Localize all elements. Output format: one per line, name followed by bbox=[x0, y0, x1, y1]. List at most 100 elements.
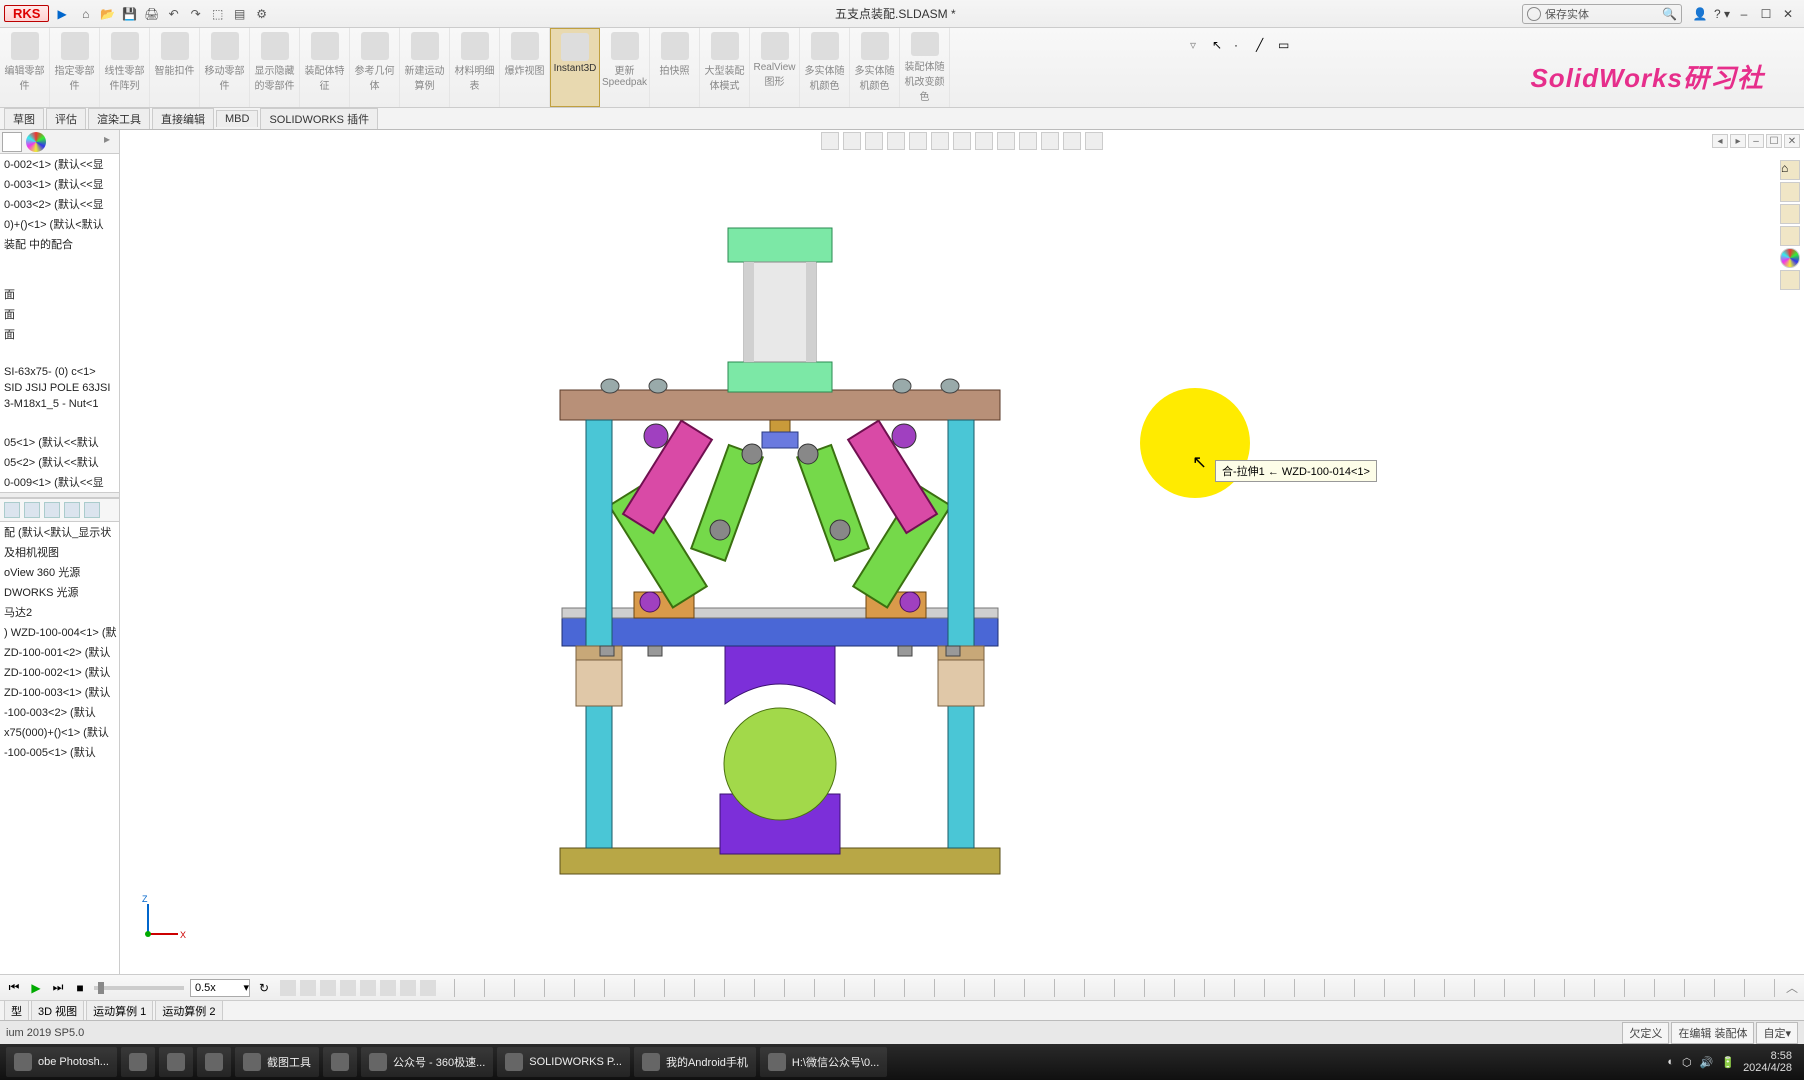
tray-icon[interactable]: 🔊 bbox=[1700, 1056, 1714, 1069]
motion-tab[interactable]: 运动算例 1 bbox=[86, 1000, 153, 1022]
cursor-icon[interactable]: ↖ bbox=[1212, 38, 1228, 54]
edge-icon[interactable]: ╱ bbox=[1256, 38, 1272, 54]
tree-item[interactable]: x75(000)+()<1> (默认 bbox=[0, 722, 119, 742]
gear-icon[interactable]: ⚙ bbox=[253, 5, 271, 23]
tree-item[interactable]: oView 360 光源 bbox=[0, 562, 119, 582]
tree-item[interactable]: ZD-100-001<2> (默认 bbox=[0, 642, 119, 662]
feature-tree-icon[interactable] bbox=[2, 132, 22, 152]
doc-prev-icon[interactable]: ◂ bbox=[1712, 134, 1728, 148]
tree-item[interactable]: SID JSIJ POLE 63JSI bbox=[0, 380, 119, 396]
minimize-button[interactable]: – bbox=[1734, 6, 1754, 22]
feature-tree-faces[interactable]: 面面面 bbox=[0, 284, 119, 344]
motion-tree[interactable]: 配 (默认<默认_显示状及相机视图oView 360 光源DWORKS 光源马达… bbox=[0, 522, 119, 762]
icon4[interactable] bbox=[64, 502, 80, 518]
home-task-icon[interactable]: ⌂ bbox=[1780, 160, 1800, 180]
doc-icon[interactable]: ▤ bbox=[231, 5, 249, 23]
tree-item[interactable]: 面 bbox=[0, 284, 119, 304]
design-lib-icon[interactable] bbox=[1780, 204, 1800, 224]
redo-icon[interactable]: ↷ bbox=[187, 5, 205, 23]
tree-item[interactable]: ZD-100-003<1> (默认 bbox=[0, 682, 119, 702]
ribbon-button[interactable]: 装配体随机改变颜色 bbox=[900, 28, 950, 107]
home-icon[interactable]: ⌂ bbox=[77, 5, 95, 23]
system-tray[interactable]: ◐ ⬡ 🔊 🔋 8:58 2024/4/28 bbox=[1667, 1050, 1800, 1074]
taskbar-item[interactable]: obe Photosh... bbox=[6, 1047, 117, 1077]
command-tab[interactable]: 直接编辑 bbox=[152, 108, 214, 129]
taskbar-item[interactable]: H:\微信公众号\0... bbox=[760, 1047, 887, 1077]
file-explorer-icon[interactable] bbox=[1780, 226, 1800, 246]
spring-icon[interactable] bbox=[300, 980, 316, 996]
tree-item[interactable]: 马达2 bbox=[0, 602, 119, 622]
taskbar-clock[interactable]: 8:58 2024/4/28 bbox=[1743, 1050, 1792, 1074]
face-icon[interactable]: ▭ bbox=[1278, 38, 1294, 54]
appearances-icon[interactable] bbox=[26, 132, 46, 152]
close-button[interactable]: ✕ bbox=[1778, 6, 1798, 22]
tree-item[interactable]: 0-002<1> (默认<<显 bbox=[0, 154, 119, 174]
play-icon[interactable]: ▶ bbox=[57, 7, 66, 21]
ribbon-button[interactable]: 多实体随机颜色 bbox=[850, 28, 900, 107]
damper-icon[interactable] bbox=[320, 980, 336, 996]
view-settings-icon[interactable] bbox=[1063, 132, 1081, 150]
taskbar-item[interactable]: 公众号 - 360极速... bbox=[361, 1047, 493, 1077]
filter-icon[interactable]: ▿ bbox=[1190, 38, 1206, 54]
assembly-model[interactable] bbox=[500, 130, 1060, 890]
search-box[interactable]: 保存实体 🔍 bbox=[1522, 4, 1682, 24]
resources-icon[interactable] bbox=[1780, 182, 1800, 202]
vertex-icon[interactable]: · bbox=[1234, 38, 1250, 54]
tree-item[interactable]: SI-63x75- (0) c<1> bbox=[0, 364, 119, 380]
icon3[interactable] bbox=[44, 502, 60, 518]
doc-maximize-button[interactable]: ☐ bbox=[1766, 134, 1782, 148]
command-tab[interactable]: SOLIDWORKS 插件 bbox=[260, 108, 378, 129]
fwd-button[interactable]: ⏭ bbox=[50, 980, 66, 996]
tree-item[interactable]: ZD-100-002<1> (默认 bbox=[0, 662, 119, 682]
play-button[interactable]: ▶ bbox=[28, 980, 44, 996]
feature-tree-top[interactable]: 0-002<1> (默认<<显0-003<1> (默认<<显0-003<2> (… bbox=[0, 154, 119, 254]
ribbon-button[interactable]: 显示隐藏的零部件 bbox=[250, 28, 300, 107]
help-dropdown-icon[interactable]: ? ▾ bbox=[1712, 6, 1732, 22]
ribbon-button[interactable]: 编辑零部件 bbox=[0, 28, 50, 107]
user-icon[interactable]: 👤 bbox=[1690, 6, 1710, 22]
ribbon-button[interactable]: 线性零部件阵列 bbox=[100, 28, 150, 107]
select-icon[interactable]: ⬚ bbox=[209, 5, 227, 23]
ribbon-button[interactable]: 移动零部件 bbox=[200, 28, 250, 107]
ribbon-button[interactable]: 拍快照 bbox=[650, 28, 700, 107]
custom-props-icon[interactable] bbox=[1780, 270, 1800, 290]
display-mode-icon[interactable] bbox=[1085, 132, 1103, 150]
ribbon-button[interactable]: 指定零部件 bbox=[50, 28, 100, 107]
command-tab[interactable]: 草图 bbox=[4, 108, 44, 129]
tree-item[interactable]: 3-M18x1_5 - Nut<1 bbox=[0, 396, 119, 412]
command-tab[interactable]: 评估 bbox=[46, 108, 86, 129]
motion-tab[interactable]: 运动算例 2 bbox=[155, 1000, 222, 1022]
open-icon[interactable]: 📂 bbox=[99, 5, 117, 23]
ribbon-button[interactable]: 大型装配体模式 bbox=[700, 28, 750, 107]
timeline[interactable] bbox=[454, 979, 1776, 997]
ribbon-button[interactable]: 参考几何体 bbox=[350, 28, 400, 107]
stop-button[interactable]: ■ bbox=[72, 980, 88, 996]
tree-item[interactable]: 配 (默认<默认_显示状 bbox=[0, 522, 119, 542]
taskbar-item[interactable]: 截图工具 bbox=[235, 1047, 319, 1077]
tree-item[interactable]: 0-003<1> (默认<<显 bbox=[0, 174, 119, 194]
taskbar-item[interactable] bbox=[197, 1047, 231, 1077]
playback-speed[interactable]: 0.5x▾ bbox=[190, 979, 250, 997]
taskbar-item[interactable] bbox=[159, 1047, 193, 1077]
feature-tree-mid2[interactable]: SI-63x75- (0) c<1>SID JSIJ POLE 63JSI3-M… bbox=[0, 364, 119, 412]
status-field[interactable]: 欠定义 bbox=[1622, 1022, 1669, 1044]
time-slider[interactable] bbox=[94, 986, 184, 990]
gravity-icon[interactable] bbox=[380, 980, 396, 996]
tree-item[interactable]: -100-003<2> (默认 bbox=[0, 702, 119, 722]
ribbon-button[interactable]: 装配体特征 bbox=[300, 28, 350, 107]
tree-item[interactable]: 0-009<1> (默认<<显 bbox=[0, 472, 119, 492]
rewind-button[interactable]: ⏮ bbox=[6, 980, 22, 996]
force-icon[interactable] bbox=[340, 980, 356, 996]
ribbon-button[interactable]: 更新Speedpak bbox=[600, 28, 650, 107]
tree-item[interactable]: 及相机视图 bbox=[0, 542, 119, 562]
motor-icon[interactable] bbox=[280, 980, 296, 996]
slider-thumb[interactable] bbox=[98, 982, 104, 994]
maximize-button[interactable]: ☐ bbox=[1756, 6, 1776, 22]
ribbon-button[interactable]: 材料明细表 bbox=[450, 28, 500, 107]
save-icon[interactable]: 💾 bbox=[121, 5, 139, 23]
print-icon[interactable]: 🖨 bbox=[143, 5, 161, 23]
ribbon-button[interactable]: 多实体随机颜色 bbox=[800, 28, 850, 107]
status-field[interactable]: 在编辑 装配体 bbox=[1671, 1022, 1754, 1044]
taskbar-item[interactable]: 我的Android手机 bbox=[634, 1047, 756, 1077]
tree-item[interactable]: 05<2> (默认<<默认 bbox=[0, 452, 119, 472]
